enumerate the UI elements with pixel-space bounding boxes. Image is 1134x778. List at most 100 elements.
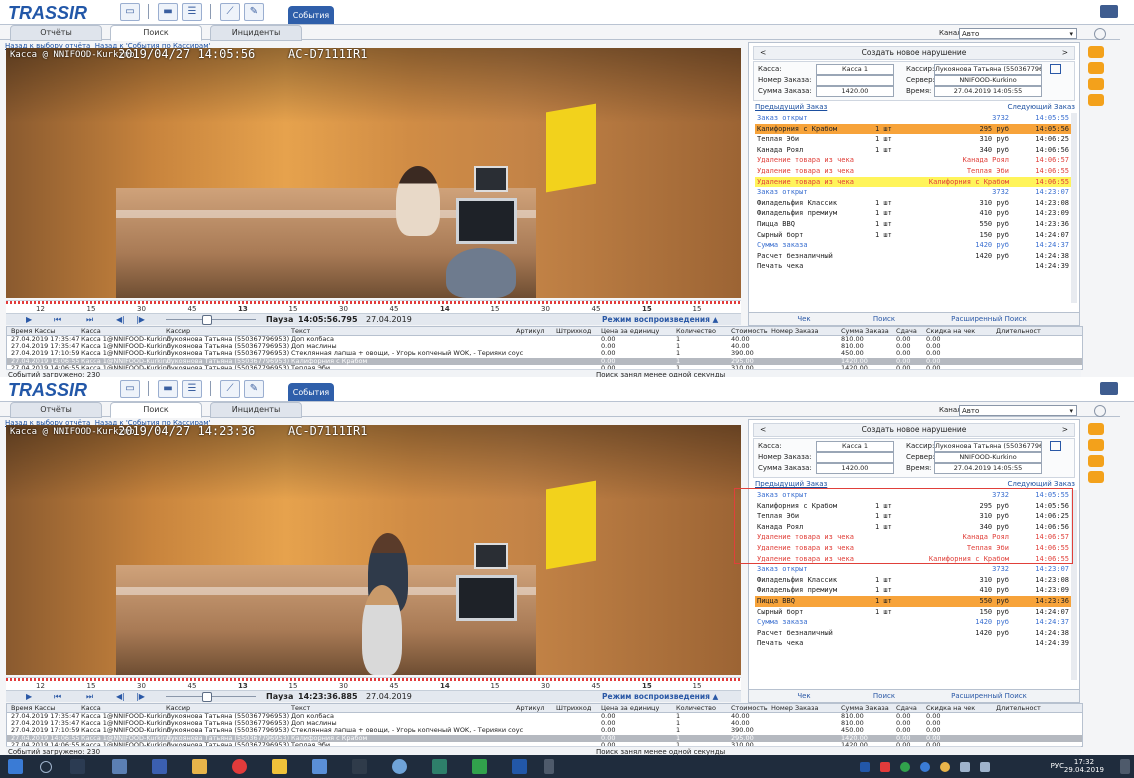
create-violation-button[interactable]: < Создать новое нарушение > [753,46,1075,60]
app-icon[interactable] [152,759,167,774]
tab-search[interactable]: Поиск [110,25,202,41]
prev-arrow-icon[interactable]: < [760,47,766,59]
search-icon[interactable] [40,761,52,773]
tab-incidents[interactable]: Инциденты [210,402,302,418]
events-tab[interactable]: События [288,6,334,24]
screen-view-icon[interactable]: ▬ [158,380,178,398]
column-header[interactable]: Артикул [516,327,545,335]
next-order-link[interactable]: Следующий Заказ [1008,103,1075,111]
column-header[interactable]: Штрихкод [556,704,591,712]
column-header[interactable]: Стоимость [731,327,768,335]
video-viewport[interactable]: Касса @ NNIFOOD-Kurkino 2019/04/27 14:23… [6,425,741,675]
tab-advanced-search[interactable]: Расширенный Поиск [939,690,1039,702]
timeline[interactable]: 12 15 30 45 13 15 30 45 14 15 30 45 15 15 [6,300,741,314]
events-tab[interactable]: События [288,383,334,401]
next-arrow-icon[interactable]: > [1062,424,1068,436]
receipt-row[interactable]: Расчет безналичный 1420 руб 14:24:38 [755,251,1071,262]
camera-icon[interactable] [1100,382,1118,395]
next-arrow-icon[interactable]: > [1062,47,1068,59]
skip-start-icon[interactable]: ⏮ [54,691,61,702]
receipt-row[interactable]: Сумма заказа 1420 руб 14:24:37 [755,240,1071,251]
column-header[interactable]: Кассир [166,327,190,335]
receipt-row[interactable]: Калифорния с Крабом 1 шт 295 руб 14:05:56 [755,123,1071,135]
table-row[interactable]: 27.04.2019 17:35:47 Касса 1@NNIFOOD-Kurki… [7,343,1082,350]
column-header[interactable]: Текст [291,704,310,712]
order-field[interactable] [816,452,894,463]
yandex-icon[interactable] [232,759,247,774]
search-icon[interactable] [1094,405,1106,417]
speed-slider-knob[interactable] [202,692,212,702]
receipt-row[interactable]: Филадельфия Классик 1 шт 310 руб 14:23:08 [755,198,1071,209]
sum-field[interactable]: 1420.00 [816,86,894,97]
receipt-row[interactable]: Филадельфия премиум 1 шт 410 руб 14:23:09 [755,585,1071,596]
tab-receipt[interactable]: Чек [779,690,829,702]
column-header[interactable]: Номер Заказа [771,704,818,712]
sum-field[interactable]: 1420.00 [816,463,894,474]
app-icon[interactable] [432,759,447,774]
channel-button-icon[interactable] [1088,439,1104,451]
kassa-field[interactable]: Касса 1 [816,64,894,75]
receipt-row[interactable]: Пицца BBQ 1 шт 550 руб 14:23:36 [755,219,1071,230]
column-header[interactable]: Количество [676,704,716,712]
column-header[interactable]: Касса [81,704,101,712]
task-view-icon[interactable] [70,759,85,774]
speed-slider-knob[interactable] [202,315,212,325]
receipt-row[interactable]: Филадельфия премиум 1 шт 410 руб 14:23:09 [755,208,1071,219]
cashier-field[interactable]: Лукоянова Татьяна (5503677969353) [934,64,1042,75]
step-back-icon[interactable]: ◀| [116,314,125,325]
edit-icon[interactable]: ✎ [244,380,264,398]
column-header[interactable]: Цена за единицу [601,327,659,335]
channel-select[interactable]: Авто ▾ [959,28,1077,39]
step-back-icon[interactable]: ◀| [116,691,125,702]
receipt-row[interactable]: Заказ открыт 3732 14:23:07 [755,187,1071,198]
channel-button-icon[interactable] [1088,471,1104,483]
play-icon[interactable]: ▶ [26,691,32,702]
channel-button-icon[interactable] [1088,94,1104,106]
cashier-photo-icon[interactable] [1050,441,1061,451]
cashier-photo-icon[interactable] [1050,64,1061,74]
cashier-field[interactable]: Лукоянова Татьяна (5503677969353) [934,441,1042,452]
tab-receipt-search[interactable]: Поиск [859,690,909,702]
table-row[interactable]: 27.04.2019 17:10:59 Касса 1@NNIFOOD-Kurki… [7,727,1082,734]
time-field[interactable]: 27.04.2019 14:05:55 [934,463,1042,474]
tab-reports[interactable]: Отчёты [10,25,102,41]
column-header[interactable]: Сумма Заказа [841,704,889,712]
prev-order-link[interactable]: Предыдущий Заказ [755,103,827,111]
table-row[interactable]: 27.04.2019 17:35:47 Касса 1@NNIFOOD-Kurki… [7,713,1082,720]
skip-end-icon[interactable]: ⏭ [86,691,93,702]
receipt-row[interactable]: Филадельфия Классик 1 шт 310 руб 14:23:08 [755,575,1071,586]
windows-start-icon[interactable] [8,759,23,774]
channel-button-icon[interactable] [1088,78,1104,90]
edit-icon[interactable]: ✎ [244,3,264,21]
column-header[interactable]: Касса [81,327,101,335]
app-icon[interactable] [312,759,327,774]
create-violation-button[interactable]: < Создать новое нарушение > [753,423,1075,437]
column-header[interactable]: Артикул [516,704,545,712]
list-view-icon[interactable]: ☰ [182,380,202,398]
server-field[interactable]: NNIFOOD-Kurkino [934,452,1042,463]
skip-start-icon[interactable]: ⏮ [54,314,61,325]
excel-icon[interactable] [472,759,487,774]
column-header[interactable]: Сдача [896,327,917,335]
app-icon[interactable] [272,759,287,774]
step-forward-icon[interactable]: |▶ [136,314,145,325]
receipt-row[interactable]: Печать чека 14:24:39 [755,261,1071,272]
single-view-icon[interactable]: ▭ [120,380,140,398]
column-header[interactable]: Кассир [166,704,190,712]
channel-button-icon[interactable] [1088,455,1104,467]
column-header[interactable]: Время Кассы [11,327,55,335]
column-header[interactable]: Скидка на чек [926,704,975,712]
column-header[interactable]: Номер Заказа [771,327,818,335]
wand-icon[interactable]: ⟋ [220,3,240,21]
column-header[interactable]: Скидка на чек [926,327,975,335]
receipt-row[interactable]: Сумма заказа 1420 руб 14:24:37 [755,617,1071,628]
list-view-icon[interactable]: ☰ [182,3,202,21]
receipt-row[interactable]: Заказ открыт 3732 14:23:07 [755,564,1071,575]
receipt-row[interactable]: Канада Роял 1 шт 340 руб 14:06:56 [755,145,1071,156]
language-indicator[interactable]: РУС [1051,762,1064,770]
trassir-icon[interactable] [512,759,527,774]
receipt-row[interactable]: Сырный борт 1 шт 150 руб 14:24:07 [755,607,1071,618]
order-field[interactable] [816,75,894,86]
column-header[interactable]: Текст [291,327,310,335]
tab-advanced-search[interactable]: Расширенный Поиск [939,313,1039,325]
